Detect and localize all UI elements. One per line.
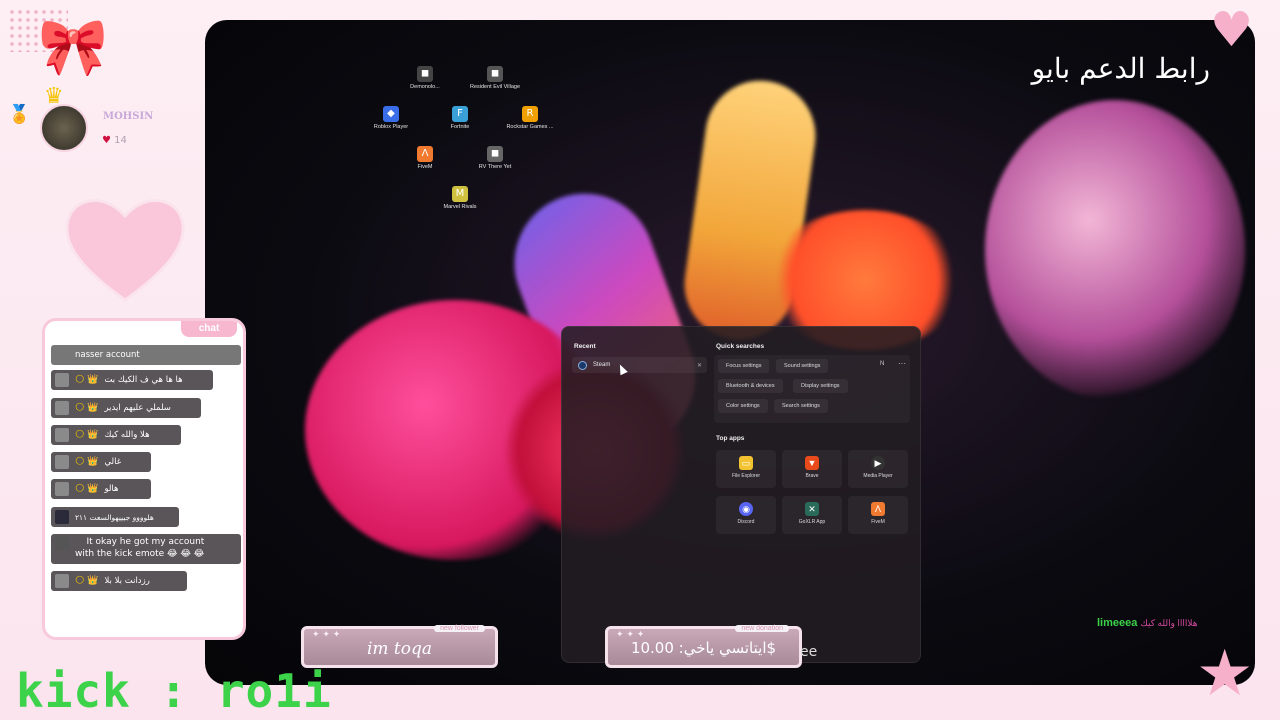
wallpaper-bloom: [985, 100, 1245, 400]
chat-avatar: [55, 482, 69, 496]
desktop-icon-fivem[interactable]: Λ FiveM: [394, 146, 456, 171]
chat-avatar: [55, 428, 69, 442]
donation-extra-text: ee: [800, 644, 818, 660]
top-app-goxlr[interactable]: ✕ GoXLR App: [782, 496, 842, 534]
chat-message: 🌕 👑 هلا والله كيك: [51, 425, 181, 445]
game-screen: رابط الدعم بايو ◼ Demonolo... ◼ Resident…: [205, 20, 1255, 685]
overlay-message-text: هلااااا والله كيك: [1140, 618, 1198, 628]
chat-message: 🌕 👑 غالي: [51, 452, 151, 472]
subscriber-count: ♥ 14: [102, 135, 127, 146]
top-apps-heading: Top apps: [716, 435, 745, 442]
discord-icon: ◉: [739, 502, 753, 516]
chat-message: 🌕 👑 هالو: [51, 479, 151, 499]
chat-message: It okay he got my account with the kick …: [51, 534, 241, 564]
recent-item-steam[interactable]: Steam ✕: [572, 357, 707, 373]
subscriber-name: MOHSIN: [103, 111, 154, 122]
quick-search-display[interactable]: Display settings: [793, 379, 848, 393]
fivem-icon: Λ: [417, 146, 433, 162]
top-app-brave[interactable]: ▼ Brave: [782, 450, 842, 488]
donation-alert: ✦ ✦ ✦ new donation ايتاتسي ياخي: 10.00$: [605, 625, 802, 668]
desktop-icon-rv-there-yet[interactable]: ◼ RV There Yet: [464, 146, 526, 171]
quick-search-color[interactable]: Color settings: [718, 399, 768, 413]
desktop-icon-fortnite[interactable]: F Fortnite: [429, 106, 491, 131]
fivem-icon: Λ: [871, 502, 885, 516]
medal-icon: 🏅: [8, 104, 31, 125]
chat-panel: chat nasser account 🌕 👑 ها ها هي ف الكيك…: [42, 318, 246, 640]
desktop-icon-resident-evil[interactable]: ◼ Resident Evil Village: [464, 66, 526, 91]
chat-message: 🌕 👑 ها ها هي ف الكيك بت: [51, 370, 213, 390]
stream-title: رابط الدعم بايو: [1031, 52, 1210, 85]
fortnite-icon: F: [452, 106, 468, 122]
quick-search-bluetooth[interactable]: Bluetooth & devices: [718, 379, 783, 393]
chat-avatar: [55, 536, 69, 550]
close-icon[interactable]: ✕: [697, 362, 702, 369]
quick-searches-heading: Quick searches: [716, 343, 765, 350]
chat-avatar: [55, 510, 69, 524]
desktop-icon-rockstar[interactable]: R Rockstar Games ...: [499, 106, 561, 131]
desktop-icon-demonologist[interactable]: ◼ Demonolo...: [394, 66, 456, 91]
chat-message: 🌕 👑 رزدانت بلا بلا: [51, 571, 187, 591]
follower-alert: ✦ ✦ ✦ new follower im toqa: [301, 625, 498, 668]
rv-there-yet-icon: ◼: [487, 146, 503, 162]
heart-icon: ♥: [102, 135, 111, 146]
roblox-icon: ◆: [383, 106, 399, 122]
star-icon: ★: [1196, 637, 1254, 711]
donation-text: ايتاتسي ياخي: 10.00$: [630, 639, 777, 657]
subscriber-avatar: [40, 104, 88, 152]
chat-message: 🌕 👑 سلملي عليهم ايدير: [51, 398, 201, 418]
heart-decoration: [65, 199, 185, 302]
quick-searches-panel: Focus settings Sound settings Bluetooth …: [714, 355, 910, 423]
resident-evil-icon: ◼: [487, 66, 503, 82]
marvel-rivals-icon: M: [452, 186, 468, 202]
chat-message: nasser account: [51, 345, 241, 365]
media-player-icon: ▶: [871, 456, 885, 470]
recent-heading: Recent: [574, 343, 596, 350]
brave-icon: ▼: [805, 456, 819, 470]
chat-avatar: [55, 455, 69, 469]
chat-tab[interactable]: chat: [181, 321, 237, 337]
top-app-fivem[interactable]: Λ FiveM: [848, 496, 908, 534]
chat-avatar: [55, 574, 69, 588]
heart-icon: ♥: [1210, 2, 1254, 58]
folder-icon: ▭: [739, 456, 753, 470]
quick-search-search[interactable]: Search settings: [774, 399, 828, 413]
donation-tag: new donation: [735, 625, 789, 632]
top-app-file-explorer[interactable]: ▭ File Explorer: [716, 450, 776, 488]
chat-avatar: [55, 401, 69, 415]
top-app-media-player[interactable]: ▶ Media Player: [848, 450, 908, 488]
steam-icon: [578, 360, 587, 370]
follower-name: im toqa: [366, 639, 433, 659]
overlay-chat-message: limeeea هلااااا والله كيك: [1097, 617, 1198, 629]
chat-avatar: [55, 373, 69, 387]
bow-decoration: 🎀: [38, 15, 108, 80]
demonologist-icon: ◼: [417, 66, 433, 82]
start-search-menu: Recent Steam ✕ Quick searches N ··· Focu…: [561, 326, 921, 663]
chat-message: هلوووو جيييهوالسعت ٢١١: [51, 507, 179, 527]
desktop-icon-marvel-rivals[interactable]: M Marvel Rivals: [429, 186, 491, 211]
desktop-icon-roblox[interactable]: ◆ Roblox Player: [360, 106, 422, 131]
quick-search-sound[interactable]: Sound settings: [776, 359, 829, 373]
overlay-message-user: limeeea: [1097, 617, 1138, 629]
rockstar-icon: R: [522, 106, 538, 122]
channel-label: kick : ro1i: [16, 664, 332, 718]
goxlr-icon: ✕: [805, 502, 819, 516]
top-app-discord[interactable]: ◉ Discord: [716, 496, 776, 534]
recent-item-label: Steam: [593, 362, 611, 368]
quick-search-focus[interactable]: Focus settings: [718, 359, 770, 373]
follower-tag: new follower: [434, 625, 485, 632]
